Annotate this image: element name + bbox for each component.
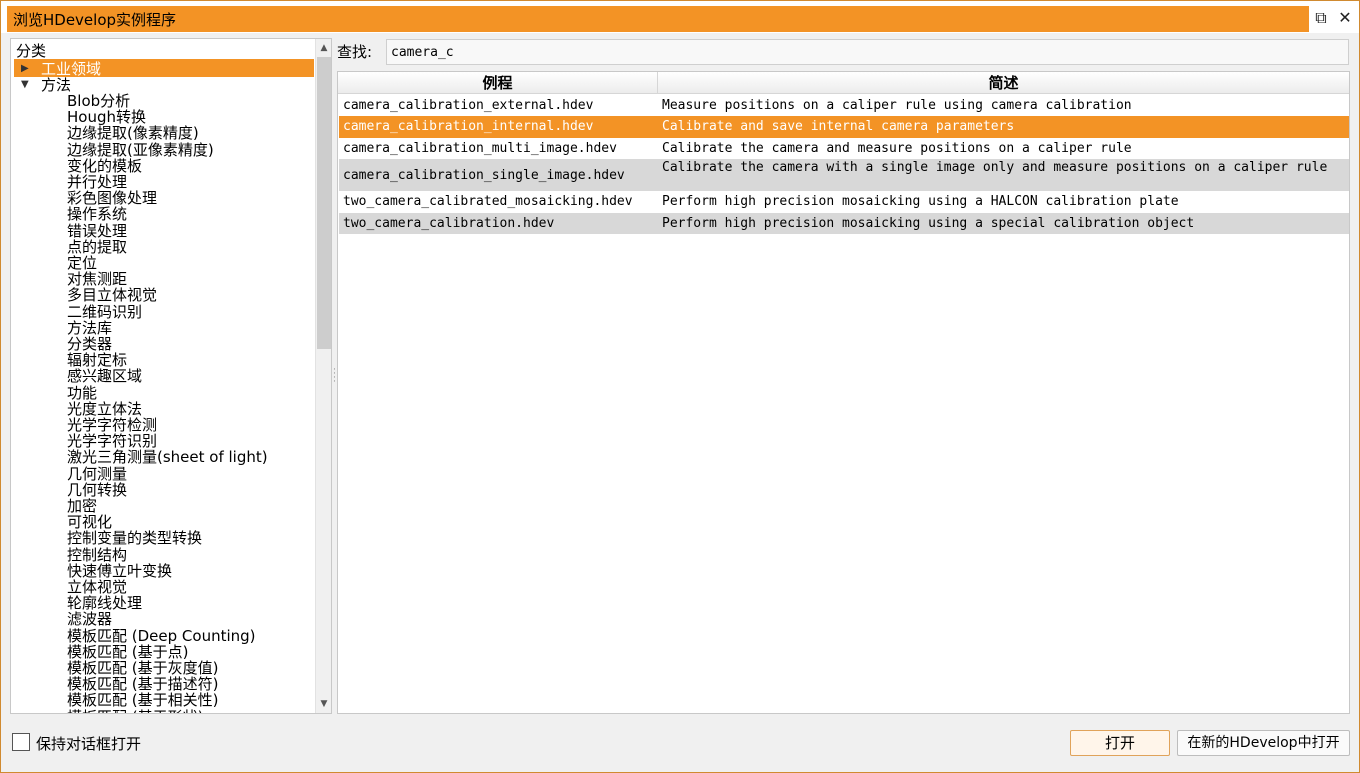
restore-icon[interactable]: ⧉: [1310, 7, 1332, 29]
tree-item-method[interactable]: 光度立体法: [67, 401, 142, 417]
tree-item-method[interactable]: 轮廓线处理: [67, 595, 142, 611]
example-description: Perform high precision mosaicking using …: [662, 216, 1195, 231]
tree-item-method[interactable]: 几何测量: [67, 466, 127, 482]
tree-item-method[interactable]: Blob分析: [67, 93, 130, 109]
tree-scrollbar[interactable]: ▲ ▼: [315, 39, 331, 713]
tree-item-method[interactable]: 多目立体视觉: [67, 287, 157, 303]
example-filename: two_camera_calibrated_mosaicking.hdev: [343, 194, 633, 209]
table-row[interactable]: camera_calibration_multi_image.hdev Calib…: [339, 138, 1349, 159]
example-filename: camera_calibration_external.hdev: [343, 98, 594, 113]
table-row[interactable]: camera_calibration_internal.hdev Calibrat…: [339, 116, 1349, 138]
example-browser-dialog: 浏览HDevelop实例程序 ⧉ ✕ 分类 ▶ 工业领域 ▼ 方法 Blob分析 Houg…: [0, 0, 1360, 773]
tree-item-method[interactable]: 对焦测距: [67, 271, 127, 287]
tree-item-method[interactable]: 彩色图像处理: [67, 190, 157, 206]
tree-item-method[interactable]: 方法库: [67, 320, 112, 336]
tree-item-method[interactable]: 光学字符检测: [67, 417, 157, 433]
tree-item-method[interactable]: 滤波器: [67, 611, 112, 627]
open-in-new-hdevelop-button[interactable]: 在新的HDevelop中打开: [1177, 730, 1350, 756]
example-table[interactable]: 例程 简述 camera_calibration_external.hdev Me…: [337, 71, 1350, 714]
tree-item-method[interactable]: 模板匹配 (基于描述符): [67, 676, 218, 692]
example-description: Calibrate and save internal camera param…: [662, 119, 1015, 134]
tree-item-method[interactable]: 模板匹配 (基于灰度值): [67, 660, 218, 676]
title-highlight: [7, 6, 1309, 32]
column-header-description[interactable]: 简述: [658, 72, 1349, 94]
example-filename: camera_calibration_internal.hdev: [343, 119, 594, 134]
column-header-example[interactable]: 例程: [338, 72, 658, 94]
tree-item-method[interactable]: 定位: [67, 255, 97, 271]
tree-item-method[interactable]: 二维码识别: [67, 304, 142, 320]
category-tree[interactable]: 分类 ▶ 工业领域 ▼ 方法 Blob分析 Hough转换 边缘提取(像素精度) 边缘提取(亚…: [10, 38, 332, 714]
tree-item-method[interactable]: 辐射定标: [67, 352, 127, 368]
table-row[interactable]: two_camera_calibration.hdev Perform high …: [339, 213, 1349, 234]
table-row[interactable]: camera_calibration_external.hdev Measure …: [339, 95, 1349, 116]
example-description: Calibrate the camera and measure positio…: [662, 141, 1132, 156]
tree-item-method[interactable]: Hough转换: [67, 109, 146, 125]
tree-item-method[interactable]: 错误处理: [67, 223, 127, 239]
example-description: Perform high precision mosaicking using …: [662, 194, 1179, 209]
tree-item-method[interactable]: 感兴趣区域: [67, 368, 142, 384]
tree-item-method[interactable]: 操作系统: [67, 206, 127, 222]
close-icon[interactable]: ✕: [1334, 7, 1356, 29]
tree-item-method[interactable]: 模板匹配 (基于形状): [67, 709, 203, 713]
keep-open-checkbox[interactable]: [12, 733, 30, 751]
tree-item-method[interactable]: 并行处理: [67, 174, 127, 190]
tree-item-method[interactable]: 功能: [67, 385, 97, 401]
tree-item-method[interactable]: 模板匹配 (基于相关性): [67, 692, 218, 708]
example-filename: two_camera_calibration.hdev: [343, 216, 555, 231]
window-title: 浏览HDevelop实例程序: [13, 11, 177, 29]
search-label: 查找:: [337, 43, 373, 61]
tree-item-method[interactable]: 立体视觉: [67, 579, 127, 595]
tree-item-method[interactable]: 边缘提取(亚像素精度): [67, 142, 214, 158]
tree-item-method[interactable]: 点的提取: [67, 239, 127, 255]
title-bar[interactable]: 浏览HDevelop实例程序 ⧉ ✕: [1, 1, 1359, 33]
tree-item-method[interactable]: 控制变量的类型转换: [67, 530, 202, 546]
keep-open-label: 保持对话框打开: [36, 735, 142, 753]
tree-item-method[interactable]: 模板匹配 (Deep Counting): [67, 628, 256, 644]
tree-item-method[interactable]: 分类器: [67, 336, 112, 352]
tree-item-method[interactable]: 边缘提取(像素精度): [67, 125, 199, 141]
scroll-up-icon[interactable]: ▲: [318, 41, 330, 55]
tree-header: 分类: [16, 42, 47, 60]
tree-item-method[interactable]: 变化的模板: [67, 158, 142, 174]
example-filename: camera_calibration_multi_image.hdev: [343, 141, 617, 156]
example-filename: camera_calibration_single_image.hdev: [343, 168, 625, 183]
open-button[interactable]: 打开: [1070, 730, 1170, 756]
caret-right-icon[interactable]: ▶: [21, 63, 29, 74]
tree-item-method[interactable]: 加密: [67, 498, 97, 514]
table-header: 例程 简述: [338, 72, 1349, 94]
example-description: Measure positions on a caliper rule usin…: [662, 98, 1132, 113]
table-row[interactable]: camera_calibration_single_image.hdev Cali…: [339, 159, 1349, 191]
example-description: Calibrate the camera with a single image…: [662, 160, 1328, 175]
tree-item-method[interactable]: 几何转换: [67, 482, 127, 498]
tree-item-method[interactable]: 可视化: [67, 514, 112, 530]
tree-item-method[interactable]: 快速傅立叶变换: [67, 563, 172, 579]
table-row[interactable]: two_camera_calibrated_mosaicking.hdev Per…: [339, 191, 1349, 213]
tree-scroll-thumb[interactable]: [317, 57, 331, 349]
scroll-down-icon[interactable]: ▼: [318, 697, 330, 711]
tree-item-method[interactable]: 激光三角测量(sheet of light): [67, 449, 268, 465]
tree-item-method[interactable]: 模板匹配 (基于点): [67, 644, 188, 660]
tree-item-category[interactable]: 方法: [41, 77, 71, 93]
search-input[interactable]: [386, 39, 1349, 65]
tree-item-method[interactable]: 控制结构: [67, 547, 127, 563]
tree-item-category[interactable]: 工业领域: [41, 61, 101, 77]
caret-down-icon[interactable]: ▼: [21, 79, 29, 90]
tree-item-method[interactable]: 光学字符识别: [67, 433, 157, 449]
